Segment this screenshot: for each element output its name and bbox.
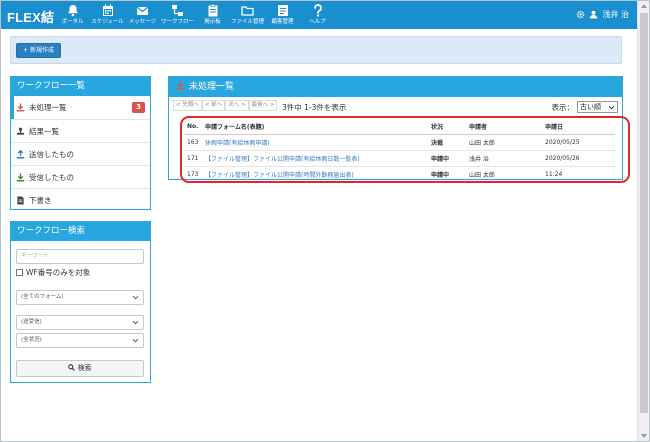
action-bar: + 新規作成 [10, 36, 622, 64]
nav-portal[interactable]: ポータル [55, 1, 90, 29]
wf-number-only-option[interactable]: WF番号のみを対象 [16, 267, 90, 278]
direction-select-value: (送受信) [21, 319, 42, 325]
scroll-down-icon[interactable] [641, 434, 647, 438]
sidebar-item-sent[interactable]: 送信したもの [11, 142, 150, 165]
sidebar-item-received[interactable]: 受信したもの [11, 165, 150, 188]
nav-customer-label: 顧客管理 [271, 19, 294, 25]
sidebar-item-label: 受信したもの [29, 173, 74, 182]
vertical-scrollbar[interactable] [637, 1, 649, 441]
nav-help-label: ヘルプ [309, 19, 326, 25]
nav-board[interactable]: 掲示板 [195, 1, 230, 29]
sort-order-value: 古い順 [580, 103, 601, 111]
chevron-down-icon [132, 338, 139, 343]
highlight-annotation [180, 116, 630, 183]
status-select-value: (全状況) [21, 337, 42, 343]
nav-portal-label: ポータル [61, 19, 84, 25]
new-create-label: 新規作成 [29, 47, 54, 54]
search-button-label: 検索 [77, 364, 92, 372]
nav-schedule-label: スケジュール [91, 19, 124, 25]
wf-number-only-label: WF番号のみを対象 [26, 268, 91, 277]
nav-help[interactable]: ヘルプ [300, 1, 335, 29]
pager-next-button[interactable]: 次へ > [225, 100, 249, 111]
scroll-up-icon[interactable] [641, 4, 647, 8]
plus-icon: + [23, 47, 29, 54]
nav-customer[interactable]: 顧客管理 [265, 1, 300, 29]
download-icon [16, 103, 25, 112]
workflow-icon [160, 4, 195, 18]
clipboard-icon [195, 4, 230, 18]
nav-message-label: メッセージ [128, 19, 157, 25]
display-label: 表示： [551, 102, 575, 112]
sort-order-select[interactable]: 古い順 [577, 101, 618, 113]
unprocessed-count-badge: 3 [132, 102, 145, 113]
new-create-button[interactable]: + 新規作成 [16, 43, 61, 58]
nav-message[interactable]: メッセージ [125, 1, 160, 29]
calendar-icon [90, 4, 125, 18]
folder-icon [230, 4, 265, 18]
help-icon [300, 4, 335, 18]
unprocessed-title: 未処理一覧 [189, 82, 235, 92]
form-select[interactable]: (全てのフォーム) [16, 290, 144, 305]
sidebar-item-results[interactable]: 結果一覧 [11, 119, 150, 142]
search-icon [68, 364, 76, 371]
form-select-value: (全てのフォーム) [21, 294, 64, 300]
top-nav-bar: FLEX結 ポータル スケジュール メッセージ ワークフロー 掲示板 ファイル管… [1, 1, 637, 29]
workflow-search-title: ワークフロー検索 [11, 222, 150, 241]
result-count: 3件中 1-3件を表示 [282, 103, 347, 112]
sidebar-item-label: 送信したもの [29, 150, 74, 159]
user-icon [590, 10, 598, 19]
nav-workflow[interactable]: ワークフロー [160, 1, 195, 29]
status-select[interactable]: (全状況) [16, 333, 144, 348]
user-name[interactable]: 浅井 治 [602, 9, 629, 20]
search-button[interactable]: 検索 [16, 360, 144, 377]
bell-icon [55, 4, 90, 18]
pager-last-button[interactable]: 最後へ > [248, 100, 278, 111]
main-nav: ポータル スケジュール メッセージ ワークフロー 掲示板 ファイル管理 顧客管理 [55, 1, 335, 29]
pager-first-button[interactable]: < 先頭へ [173, 100, 202, 111]
brand-logo[interactable]: FLEX結 [7, 7, 54, 26]
nav-schedule[interactable]: スケジュール [90, 1, 125, 29]
workflow-list-title: ワークフロー一覧 [11, 77, 150, 96]
chevron-down-icon [132, 320, 139, 325]
sidebar-item-label: 下書き [29, 196, 52, 205]
sidebar-item-drafts[interactable]: 下書き [11, 188, 150, 211]
document-icon [17, 196, 24, 205]
nav-workflow-label: ワークフロー [160, 19, 194, 25]
chevron-down-icon [132, 295, 139, 300]
scroll-thumb[interactable] [640, 13, 648, 413]
download-icon [176, 81, 185, 90]
nav-file-label: ファイル管理 [230, 19, 264, 25]
nav-file[interactable]: ファイル管理 [230, 1, 265, 29]
inbox-download-icon [16, 173, 25, 182]
display-order: 表示： 古い順 [551, 101, 618, 113]
stamp-icon [16, 127, 25, 135]
nav-board-label: 掲示板 [204, 19, 221, 25]
customer-icon [265, 4, 300, 18]
sidebar-item-unprocessed[interactable]: 未処理一覧 3 [11, 96, 150, 119]
gear-icon[interactable] [576, 10, 585, 19]
pager: < 先頭へ < 前へ 次へ > 最後へ > [173, 100, 278, 111]
workflow-list-panel: ワークフロー一覧 未処理一覧 3 結果一覧 送信したもの 受信したもの 下書き [10, 76, 151, 210]
unprocessed-panel-header: 未処理一覧 [169, 77, 622, 97]
direction-select[interactable]: (送受信) [16, 315, 144, 330]
sidebar-item-label: 未処理一覧 [29, 103, 67, 112]
pager-prev-button[interactable]: < 前へ [201, 100, 226, 111]
sidebar-item-label: 結果一覧 [29, 127, 59, 136]
keyword-input[interactable]: キーワード [16, 249, 144, 264]
envelope-icon [125, 4, 160, 18]
wf-number-only-checkbox[interactable] [16, 269, 23, 276]
upload-icon [16, 150, 25, 159]
user-menu[interactable]: 浅井 治 [576, 9, 629, 20]
chevron-down-icon [608, 105, 615, 110]
